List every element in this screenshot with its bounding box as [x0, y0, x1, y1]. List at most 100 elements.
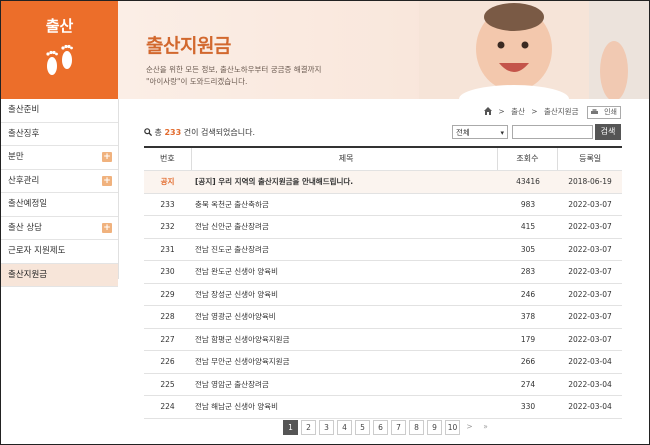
- sidebar-item-postpartum[interactable]: 산후관리 +: [1, 170, 118, 193]
- table-row[interactable]: 224 전남 해남군 신생아 양육비 330 2022-03-04: [144, 396, 622, 419]
- header-number: 번호: [144, 148, 192, 170]
- sidebar-menu: 출산준비 출산징후 분만 + 산후관리 + 출산예정일 출산 상담 + 근로자 지원제…: [1, 99, 118, 287]
- sidebar-divider: [118, 99, 119, 279]
- table-row[interactable]: 230 전남 완도군 신생아 양육비 283 2022-03-07: [144, 261, 622, 284]
- table-row[interactable]: 225 전남 영암군 출산장려금 274 2022-03-04: [144, 374, 622, 396]
- sidebar-item-label: 출산지원금: [8, 269, 48, 280]
- notice-row[interactable]: 공지 [공지] 우리 지역의 출산지원금을 안내해드립니다. 43416 201…: [144, 171, 622, 194]
- baby-photo: [419, 1, 649, 99]
- row-views: 266: [520, 357, 536, 366]
- row-views: 415: [520, 222, 536, 231]
- table-row[interactable]: 227 전남 함평군 신생아양육지원금 179 2022-03-07: [144, 329, 622, 351]
- plus-icon[interactable]: +: [102, 152, 112, 162]
- row-date: 2022-03-07: [568, 199, 612, 209]
- search-input[interactable]: [512, 125, 593, 139]
- row-title-link[interactable]: 전남 진도군 출산장려금: [191, 239, 498, 261]
- result-count: 총 233 건이 검색되었습니다.: [144, 127, 255, 138]
- page-banner: 출산지원금 순산을 위한 모든 정보, 출산노하우부터 궁금증 해결까지 "아이…: [118, 1, 649, 99]
- table-row[interactable]: 228 전남 영광군 신생아양육비 378 2022-03-07: [144, 306, 622, 329]
- row-date: 2022-03-04: [568, 402, 612, 411]
- row-views: 246: [520, 289, 536, 299]
- sidebar-item-label: 산후관리: [8, 175, 40, 186]
- breadcrumb-level2[interactable]: 출산지원금: [544, 107, 579, 116]
- search-scope-select[interactable]: 전체 ▾: [452, 125, 508, 139]
- breadcrumb-level1[interactable]: 출산: [511, 107, 525, 116]
- next-page-button[interactable]: >: [463, 420, 476, 433]
- sidebar-item-consult[interactable]: 출산 상담 +: [1, 217, 118, 240]
- breadcrumb-sep: >: [531, 107, 538, 116]
- row-date: 2022-03-04: [568, 357, 612, 366]
- row-title-link[interactable]: 전남 무안군 신생아양육지원금: [191, 351, 498, 373]
- sidebar-item-label: 출산예정일: [8, 199, 48, 209]
- row-number: 227: [160, 334, 175, 344]
- row-title-link[interactable]: 전남 영광군 신생아양육비: [191, 306, 498, 328]
- select-value: 전체: [456, 128, 470, 137]
- page-button[interactable]: 8: [409, 420, 424, 435]
- home-icon[interactable]: [484, 107, 493, 115]
- table-row[interactable]: 232 전남 신안군 출산장려금 415 2022-03-07: [144, 216, 622, 239]
- banner-desc-line1: 순산을 위한 모든 정보, 출산노하우부터 궁금증 해결까지: [146, 65, 322, 74]
- sidebar-item-birth-prep[interactable]: 출산준비: [1, 99, 118, 123]
- row-date: 2022-03-07: [568, 244, 612, 254]
- notice-title-link[interactable]: [공지] 우리 지역의 출산지원금을 안내해드립니다.: [191, 171, 498, 193]
- sidebar-item-label: 분만: [8, 152, 24, 162]
- row-title-link[interactable]: 전남 함평군 신생아양육지원금: [191, 329, 498, 351]
- row-date: 2022-03-07: [568, 312, 612, 321]
- row-title-link[interactable]: 전남 완도군 신생아 양육비: [191, 261, 498, 283]
- row-views: 305: [520, 244, 536, 254]
- table-row[interactable]: 233 충북 옥천군 출산축하금 983 2022-03-07: [144, 194, 622, 216]
- page-button[interactable]: 5: [355, 420, 370, 435]
- page-button[interactable]: 2: [301, 420, 316, 435]
- row-number: 231: [160, 244, 175, 254]
- page-button-current[interactable]: 1: [283, 420, 298, 435]
- sidebar-item-delivery[interactable]: 분만 +: [1, 146, 118, 170]
- sidebar-item-birth-subsidy[interactable]: 출산지원금: [1, 263, 118, 287]
- page-button[interactable]: 10: [445, 420, 460, 435]
- count-prefix: 총: [154, 128, 162, 137]
- table-row[interactable]: 231 전남 진도군 출산장려금 305 2022-03-07: [144, 239, 622, 261]
- banner-description: 순산을 위한 모든 정보, 출산노하우부터 궁금증 해결까지 "아이사랑"이 도…: [146, 64, 321, 88]
- breadcrumb: > 출산 > 출산지원금 인쇄: [484, 105, 621, 119]
- row-views: 274: [520, 379, 536, 389]
- page-button[interactable]: 7: [391, 420, 406, 435]
- print-button[interactable]: 인쇄: [586, 106, 621, 119]
- count-value: 233: [164, 128, 182, 137]
- plus-icon[interactable]: +: [102, 222, 112, 233]
- row-date: 2022-03-07: [568, 267, 612, 276]
- plus-icon[interactable]: +: [102, 175, 112, 186]
- row-title-link[interactable]: 전남 장성군 신생아 양육비: [191, 284, 498, 306]
- row-number: 230: [160, 267, 175, 276]
- row-date: 2022-03-07: [568, 289, 612, 299]
- page-button[interactable]: 6: [373, 420, 388, 435]
- page-button[interactable]: 4: [337, 420, 352, 435]
- sidebar-item-label: 출산준비: [8, 105, 40, 115]
- row-number: 228: [160, 312, 175, 321]
- row-title-link[interactable]: 전남 해남군 신생아 양육비: [191, 396, 498, 418]
- header-views: 조회수: [498, 148, 559, 170]
- table-row[interactable]: 226 전남 무안군 신생아양육지원금 266 2022-03-04: [144, 351, 622, 374]
- sidebar-item-label: 근로자 지원제도: [8, 246, 66, 256]
- row-number: 232: [160, 222, 175, 231]
- table-row[interactable]: 229 전남 장성군 신생아 양육비 246 2022-03-07: [144, 284, 622, 306]
- page-button[interactable]: 3: [319, 420, 334, 435]
- sidebar-item-birth-signs[interactable]: 출산징후: [1, 123, 118, 146]
- row-views: 283: [520, 267, 536, 276]
- sidebar-item-label: 출산징후: [8, 128, 40, 139]
- chevron-down-icon: ▾: [500, 129, 504, 137]
- row-number: 224: [160, 402, 175, 411]
- row-date: 2022-03-07: [568, 222, 612, 231]
- last-page-button[interactable]: »: [479, 420, 492, 433]
- row-title-link[interactable]: 충북 옥천군 출산축하금: [191, 194, 498, 216]
- pagination: 1 2 3 4 5 6 7 8 9 10 > »: [283, 420, 492, 435]
- sidebar-item-due-date[interactable]: 출산예정일: [1, 193, 118, 217]
- row-title-link[interactable]: 전남 신안군 출산장려금: [191, 216, 498, 238]
- sidebar-header: 출산: [1, 1, 118, 99]
- sidebar-item-worker-support[interactable]: 근로자 지원제도: [1, 240, 118, 264]
- row-number: 225: [160, 379, 175, 389]
- row-title-link[interactable]: 전남 영암군 출산장려금: [191, 374, 498, 396]
- page-button[interactable]: 9: [427, 420, 442, 435]
- printer-icon: [590, 109, 598, 114]
- search-button[interactable]: 검색: [595, 124, 621, 140]
- page-title: 출산지원금: [146, 35, 231, 57]
- page-frame: 출산 출산지원금 순산을 위한 모든 정보, 출산노하우부터 궁금증 해결까지 …: [0, 0, 650, 445]
